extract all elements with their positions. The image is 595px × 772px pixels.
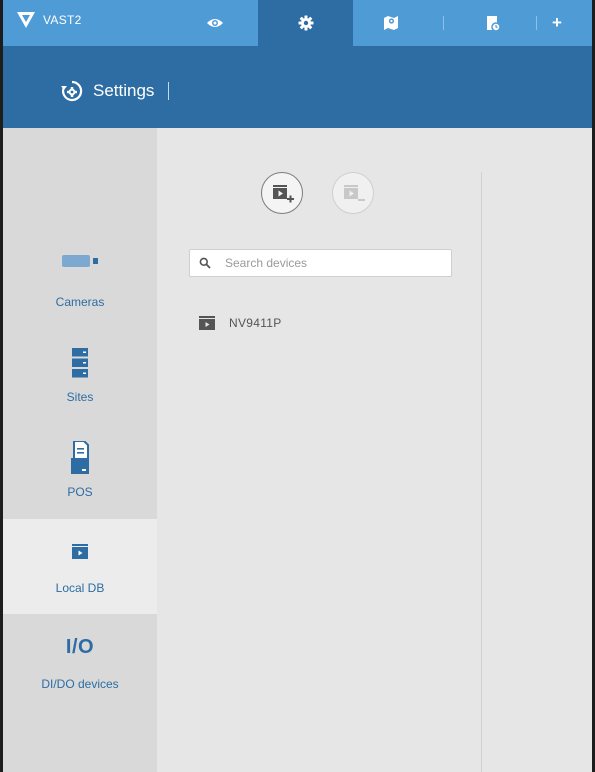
map-icon: [384, 16, 398, 30]
device-name: NV9411P: [229, 316, 282, 330]
sidebar-item-label: Local DB: [55, 581, 105, 595]
sidebar-item-pos[interactable]: POS: [3, 423, 157, 518]
remove-folder-button[interactable]: [332, 172, 374, 214]
add-folder-button[interactable]: [261, 172, 303, 214]
search-input[interactable]: [225, 256, 445, 270]
sidebar-item-label: DI/DO devices: [41, 677, 119, 691]
panel-divider: [481, 172, 482, 772]
tab-event-log[interactable]: [468, 0, 518, 46]
tab-settings[interactable]: [258, 0, 353, 46]
device-list-item[interactable]: NV9411P: [199, 316, 282, 330]
settings-refresh-icon: [61, 80, 83, 102]
top-tab-bar: VAST2 +: [3, 0, 592, 46]
tab-separator: [443, 16, 444, 30]
sidebar-item-label: Cameras: [55, 295, 105, 309]
sidebar-item-local-db[interactable]: Local DB: [3, 519, 157, 614]
sidebar-item-cameras[interactable]: Cameras: [3, 233, 157, 328]
local-db-panel: NV9411P: [157, 128, 592, 772]
add-folder-icon: [273, 185, 294, 203]
eye-icon: [207, 19, 223, 27]
remove-folder-icon: [344, 185, 365, 201]
gear-icon: [298, 15, 313, 31]
search-box: [189, 249, 452, 277]
brand-name: VAST2: [43, 13, 82, 27]
server-icon: [3, 348, 157, 378]
document-icon: [487, 16, 500, 31]
tab-live-view[interactable]: [175, 0, 255, 46]
brand: VAST2: [17, 12, 82, 28]
vivotek-logo-icon: [17, 12, 35, 28]
settings-header: Settings: [3, 46, 592, 128]
sidebar-item-label: Sites: [66, 390, 94, 404]
folder-video-icon: [199, 316, 215, 330]
search-icon: [199, 257, 211, 269]
folder-video-icon: [3, 543, 157, 559]
settings-title: Settings: [93, 81, 155, 100]
settings-sidebar: Cameras Sites POS Local DB I/O DI/DO dev…: [3, 128, 157, 772]
sidebar-item-dido-devices[interactable]: I/O DI/DO devices: [3, 615, 157, 710]
tab-separator: [536, 16, 537, 30]
page-title: Settings: [61, 80, 170, 102]
camera-icon: [3, 253, 157, 269]
tab-emap[interactable]: [355, 0, 427, 46]
io-icon: I/O: [65, 636, 95, 658]
pos-icon: [3, 441, 157, 475]
sidebar-item-label: POS: [67, 485, 93, 499]
sidebar-item-sites[interactable]: Sites: [3, 328, 157, 423]
title-divider: [168, 82, 170, 100]
add-tab-button[interactable]: +: [543, 0, 571, 46]
